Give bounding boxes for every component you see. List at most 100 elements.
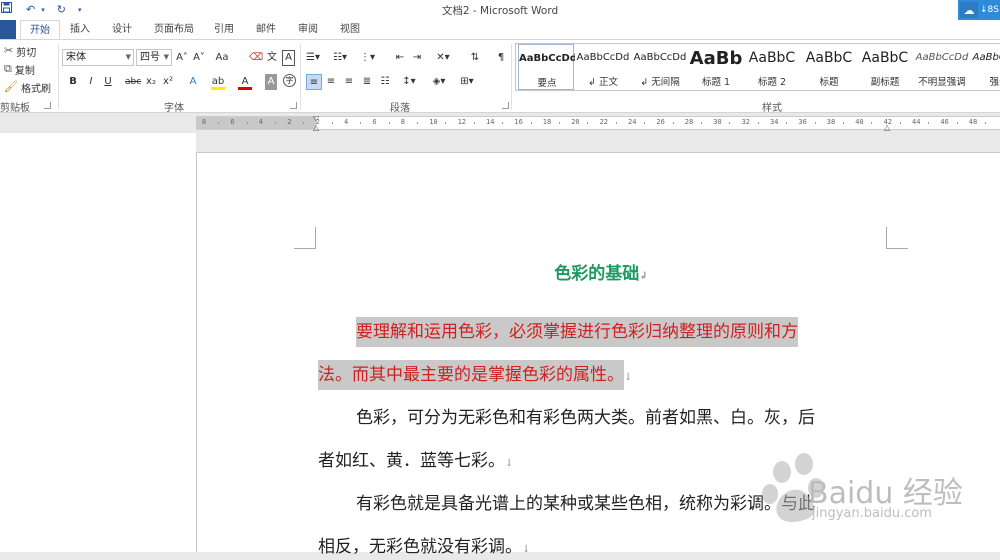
- style-item-heading-1[interactable]: AaBb 标题 1: [688, 44, 744, 90]
- font-launcher-icon[interactable]: [290, 102, 297, 109]
- ruler-tick-mark: [615, 122, 617, 124]
- shrink-font-button[interactable]: A˅: [192, 50, 206, 66]
- style-name: 要点: [537, 78, 557, 89]
- style-item-subtitle[interactable]: AaBbC 副标题: [857, 44, 913, 90]
- ruler-tick-mark: [928, 122, 930, 124]
- font-size-box[interactable]: 四号 ▼: [136, 49, 172, 66]
- paragraph-launcher-icon[interactable]: [502, 102, 509, 109]
- ruler-tick-mark: [388, 122, 390, 124]
- style-name: 标题 2: [757, 77, 787, 88]
- font-name-box[interactable]: 宋体 ▼: [62, 49, 134, 66]
- font-color-icon[interactable]: A: [238, 74, 252, 90]
- char-shading-icon[interactable]: A: [265, 74, 277, 90]
- phonetic-guide-icon[interactable]: 文: [265, 50, 279, 66]
- multilevel-list-icon[interactable]: ⋮▾: [360, 50, 375, 66]
- highlight-icon[interactable]: ab: [211, 74, 225, 90]
- text-effects-icon[interactable]: A: [186, 74, 200, 90]
- numbering-icon[interactable]: ☷▾: [333, 50, 347, 66]
- ribbon-tabs: 开始 插入 设计 页面布局 引用 邮件 审阅 视图: [0, 20, 1000, 40]
- right-indent-marker-icon[interactable]: △: [884, 123, 890, 132]
- borders-icon[interactable]: ⊞▾: [460, 74, 474, 90]
- style-name: 标题: [819, 77, 839, 88]
- file-tab[interactable]: [0, 20, 16, 40]
- align-right-icon[interactable]: ≡: [342, 74, 356, 90]
- cloud-sync-button[interactable]: ☁ ↓8S: [958, 0, 1000, 20]
- show-marks-icon[interactable]: ¶: [494, 50, 508, 66]
- ruler-tick-mark: [218, 122, 220, 124]
- paragraph-2-line-2[interactable]: 者如红、黄．蓝等七彩。↓: [318, 451, 513, 474]
- decrease-indent-icon[interactable]: ⇤: [393, 50, 407, 66]
- style-sample: AaBbC: [748, 50, 796, 66]
- tab-insert[interactable]: 插入: [62, 20, 98, 40]
- ruler-tick-mark: [956, 122, 958, 124]
- paragraph-1-line-2[interactable]: 法。而其中最主要的是掌握色彩的属性。↓: [318, 360, 632, 390]
- subscript-button[interactable]: x₂: [144, 74, 158, 90]
- sort-icon[interactable]: ⇅: [468, 50, 482, 66]
- body-text: 有彩色就是具备光谱上的某种或某些色相，统称为彩调。与此: [356, 494, 815, 514]
- style-item-key-points[interactable]: AaBbCcDd 要点: [518, 44, 575, 90]
- grow-font-button[interactable]: A˄: [175, 50, 189, 66]
- hanging-indent-marker-icon[interactable]: △: [313, 123, 319, 132]
- ruler-tick-mark: [502, 122, 504, 124]
- ruler-tick-label: 8: [400, 118, 406, 126]
- superscript-button[interactable]: x²: [161, 74, 175, 90]
- style-item-emphasis[interactable]: AaBbCcDd 强调: [971, 44, 1000, 90]
- italic-button[interactable]: I: [84, 74, 98, 90]
- enclosed-char-icon[interactable]: 字: [283, 74, 296, 87]
- distributed-icon[interactable]: ☷: [378, 74, 392, 90]
- paragraph-1-line-1[interactable]: 要理解和运用色彩，必须掌握进行色彩归纳整理的原则和方: [356, 317, 798, 347]
- paragraph-3-line-2[interactable]: 相反，无彩色就没有彩调。↓: [318, 537, 530, 560]
- underline-button[interactable]: U: [101, 74, 115, 90]
- align-left-icon[interactable]: ≡: [306, 74, 322, 90]
- first-line-indent-marker-icon[interactable]: ▽: [313, 114, 319, 123]
- ruler-tick-mark: [843, 122, 844, 124]
- ruler-tick-label: 38: [826, 118, 836, 126]
- margin-corner-top-left: [294, 227, 316, 249]
- strikethrough-button[interactable]: abc: [125, 74, 141, 90]
- bullets-icon[interactable]: ☰▾: [306, 50, 320, 66]
- ruler-tick-label: 2: [287, 118, 292, 126]
- ruler-margin-left: [196, 117, 316, 129]
- copy-button[interactable]: ⧉ 复制: [4, 62, 35, 77]
- ruler-tick-label: 4: [344, 118, 349, 126]
- char-border-icon[interactable]: A: [282, 50, 295, 66]
- clear-format-icon[interactable]: ⌫: [249, 50, 263, 66]
- style-sample: AaBbC: [861, 50, 909, 66]
- style-item-no-spacing[interactable]: AaBbCcDd ↲ 无间隔: [632, 44, 688, 90]
- shading-icon[interactable]: ◈▾: [432, 74, 446, 90]
- tab-page-layout[interactable]: 页面布局: [146, 20, 202, 40]
- align-center-icon[interactable]: ≡: [324, 74, 338, 90]
- tab-home[interactable]: 开始: [20, 20, 60, 40]
- paragraph-3-line-1[interactable]: 有彩色就是具备光谱上的某种或某些色相，统称为彩调。与此: [356, 494, 815, 514]
- tab-references[interactable]: 引用: [206, 20, 242, 40]
- document-heading[interactable]: 色彩的基础↲: [317, 259, 885, 284]
- style-item-subtle-emphasis[interactable]: AaBbCcDd 不明显强调: [914, 44, 970, 90]
- increase-indent-icon[interactable]: ⇥: [410, 50, 424, 66]
- line-spacing-icon[interactable]: ↕▾: [402, 74, 416, 90]
- ruler-tick-label: 32: [741, 118, 751, 126]
- tab-review[interactable]: 审阅: [290, 20, 326, 40]
- ruler-tick-label: 26: [656, 118, 665, 126]
- format-painter-button[interactable]: 🖌 格式刷: [4, 80, 51, 95]
- cut-button[interactable]: ✂ 剪切: [4, 44, 36, 59]
- ruler-tick-mark: [559, 122, 560, 124]
- style-sample: AaBbCcDd: [576, 52, 630, 63]
- tab-view[interactable]: 视图: [332, 20, 368, 40]
- clipboard-launcher-icon[interactable]: [44, 102, 51, 109]
- group-separator: [58, 44, 59, 110]
- chevron-down-icon: ▼: [125, 53, 131, 61]
- tab-design[interactable]: 设计: [104, 20, 140, 40]
- style-item-normal[interactable]: AaBbCcDd ↲ 正文: [575, 44, 631, 90]
- chinese-layout-icon[interactable]: ✕▾: [436, 50, 450, 66]
- bold-button[interactable]: B: [66, 74, 80, 90]
- justify-icon[interactable]: ≣: [360, 74, 374, 90]
- change-case-button[interactable]: Aa: [215, 50, 229, 66]
- styles-gallery: AaBbCcDd 要点 AaBbCcDd ↲ 正文 AaBbCcDd ↲ 无间隔…: [515, 43, 1000, 91]
- ruler-tick-label: 12: [457, 118, 467, 126]
- paragraph-2-line-1[interactable]: 色彩，可分为无彩色和有彩色两大类。前者如黑、白。灰，后: [356, 408, 815, 428]
- tab-mailings[interactable]: 邮件: [248, 20, 284, 40]
- paragraph-group-label: 段落: [390, 103, 410, 114]
- ruler-tick-mark: [814, 122, 816, 124]
- style-item-heading-2[interactable]: AaBbC 标题 2: [744, 44, 800, 90]
- style-item-title[interactable]: AaBbC 标题: [801, 44, 857, 90]
